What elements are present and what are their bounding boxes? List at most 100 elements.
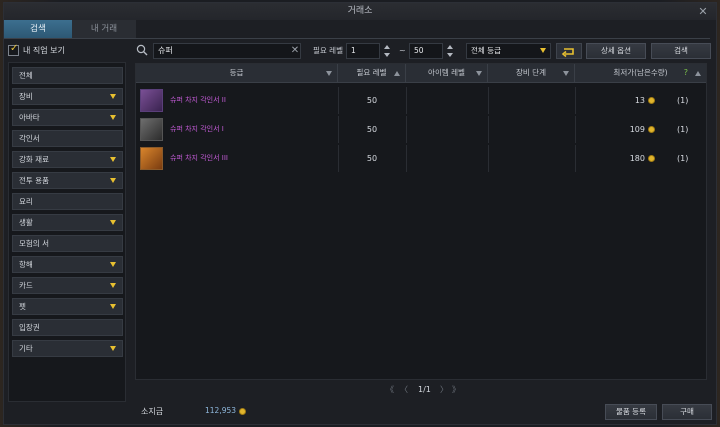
sidebar-item-enhance-materials[interactable]: 강화 재료 — [12, 151, 123, 168]
price-cell: 109 — [575, 116, 655, 143]
sidebar-item-card[interactable]: 카드 — [12, 277, 123, 294]
level-min-field[interactable]: 1 — [346, 43, 380, 59]
arrow-up-icon[interactable] — [384, 45, 390, 49]
table-row[interactable]: 슈퍼 차지 각인서 I 50 109 (1) — [136, 116, 706, 143]
reset-icon — [561, 48, 574, 58]
close-icon[interactable]: ✕ — [696, 3, 710, 20]
checkmark-icon: ✓ — [10, 42, 19, 54]
search-input[interactable]: 슈퍼 — [153, 43, 301, 59]
item-name: 슈퍼 차지 각인서 I — [170, 125, 224, 133]
clear-search-icon[interactable]: ✕ — [289, 43, 301, 59]
sidebar-item-label: 카드 — [19, 281, 33, 290]
sidebar-item-label: 아바타 — [19, 113, 40, 122]
col-lowest-price[interactable]: 최저가(남은수량)? — [575, 64, 706, 82]
level-max-stepper[interactable] — [445, 43, 455, 59]
gold-value: 112,953 — [205, 406, 237, 415]
sort-up-icon — [394, 71, 400, 76]
req-level-value: 50 — [366, 154, 378, 163]
chevron-down-icon — [110, 304, 116, 309]
sort-down-icon — [476, 71, 482, 76]
register-item-button[interactable]: 물품 등록 — [605, 404, 657, 420]
item-name: 슈퍼 차지 각인서 III — [170, 154, 228, 162]
price-value: 109 — [629, 125, 645, 134]
engraving-book-icon — [140, 147, 163, 170]
level-range-separator: ~ — [399, 46, 406, 55]
col-grade[interactable]: 등급 — [136, 64, 338, 82]
sidebar-item-battle-items[interactable]: 전투 용품 — [12, 172, 123, 189]
sidebar-item-label: 입장권 — [19, 323, 40, 332]
level-label: 필요 레벨 — [313, 46, 343, 55]
page-indicator: 1/1 — [418, 385, 431, 394]
chevron-down-icon — [110, 346, 116, 351]
sidebar-item-equipment[interactable]: 장비 — [12, 88, 123, 105]
table-row[interactable]: 슈퍼 차지 각인서 II 50 13 (1) — [136, 87, 706, 114]
level-min-stepper[interactable] — [382, 43, 392, 59]
chevron-down-icon — [110, 115, 116, 120]
price-cell: 13 — [575, 87, 655, 114]
sidebar-item-label: 항해 — [19, 260, 33, 269]
col-lowest-price-label: 최저가(남은수량) — [613, 68, 668, 77]
buy-button[interactable]: 구매 — [662, 404, 712, 420]
help-icon[interactable]: ? — [684, 64, 688, 82]
arrow-down-icon[interactable] — [384, 53, 390, 57]
chevron-down-icon — [540, 48, 546, 53]
sidebar-item-life[interactable]: 생활 — [12, 214, 123, 231]
search-button[interactable]: 검색 — [651, 43, 711, 59]
table-header: 등급 필요 레벨 아이템 레벨 장비 단계 최저가(남은수량)? — [136, 64, 706, 83]
sort-down-icon — [326, 71, 332, 76]
col-item-level[interactable]: 아이템 레벨 — [406, 64, 488, 82]
col-req-level[interactable]: 필요 레벨 — [338, 64, 406, 82]
price-cell: 180 — [575, 145, 655, 172]
item-name: 슈퍼 차지 각인서 II — [170, 96, 226, 104]
search-icon — [136, 44, 148, 56]
table-row[interactable]: 슈퍼 차지 각인서 III 50 180 (1) — [136, 145, 706, 172]
sidebar-item-cooking[interactable]: 요리 — [12, 193, 123, 210]
price-value: 13 — [634, 96, 645, 105]
gold-amount: 112,953 — [205, 406, 247, 415]
my-class-label: 내 직업 보기 — [23, 45, 65, 55]
tab-search[interactable]: 검색 — [4, 20, 72, 38]
sidebar-item-sailing[interactable]: 항해 — [12, 256, 123, 273]
chevron-down-icon — [110, 220, 116, 225]
col-req-level-label: 필요 레벨 — [356, 68, 387, 77]
chevron-down-icon — [110, 178, 116, 183]
sidebar-item-all[interactable]: 전체 — [12, 67, 123, 84]
arrow-up-icon[interactable] — [447, 45, 453, 49]
col-grade-label: 등급 — [229, 68, 244, 77]
sidebar-item-label: 기타 — [19, 344, 33, 353]
first-page-icon[interactable]: 《 — [386, 383, 394, 397]
engraving-book-icon — [140, 89, 163, 112]
gold-coin-icon — [648, 97, 655, 104]
title-bar: 거래소 ✕ — [4, 3, 716, 20]
grade-select[interactable]: 전체 등급 — [466, 43, 551, 59]
detail-options-button[interactable]: 상세 옵션 — [586, 43, 646, 59]
my-class-filter[interactable]: ✓ 내 직업 보기 — [8, 43, 65, 57]
level-max-field[interactable]: 50 — [409, 43, 443, 59]
price-value: 180 — [629, 154, 645, 163]
col-equip-stage-label: 장비 단계 — [516, 68, 546, 77]
last-page-icon[interactable]: 》 — [452, 383, 460, 397]
sidebar-item-label: 각인서 — [19, 134, 40, 143]
col-equip-stage[interactable]: 장비 단계 — [488, 64, 575, 82]
tab-divider — [4, 38, 710, 39]
sidebar-item-adventure-book[interactable]: 모험의 서 — [12, 235, 123, 252]
arrow-down-icon[interactable] — [447, 53, 453, 57]
my-class-checkbox[interactable]: ✓ — [8, 42, 19, 56]
tab-my-trades[interactable]: 내 거래 — [72, 20, 136, 38]
sidebar-item-etc[interactable]: 기타 — [12, 340, 123, 357]
prev-page-icon[interactable]: 〈 — [400, 383, 408, 397]
engraving-book-icon — [140, 118, 163, 141]
reset-button[interactable] — [556, 43, 582, 59]
next-page-icon[interactable]: 〉 — [440, 383, 448, 397]
sidebar-item-ticket[interactable]: 입장권 — [12, 319, 123, 336]
sidebar-item-engraving[interactable]: 각인서 — [12, 130, 123, 147]
sidebar-item-pet[interactable]: 펫 — [12, 298, 123, 315]
chevron-down-icon — [110, 157, 116, 162]
chevron-down-icon — [110, 262, 116, 267]
sidebar-item-avatar[interactable]: 아바타 — [12, 109, 123, 126]
req-level-value: 50 — [366, 125, 378, 134]
quantity-value: (1) — [677, 125, 689, 134]
sort-up-icon — [695, 71, 701, 76]
grade-select-value: 전체 등급 — [471, 46, 501, 55]
gold-coin-icon — [648, 126, 655, 133]
